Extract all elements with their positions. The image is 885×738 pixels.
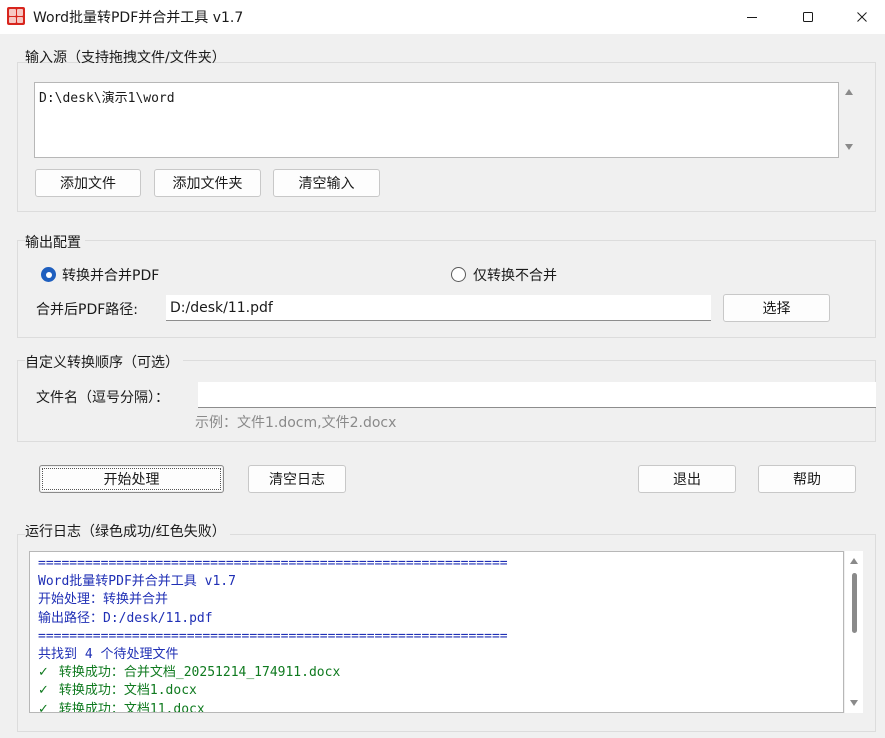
textarea-scroll-up-icon[interactable] — [845, 89, 853, 95]
log-line-text: 转换成功：合并文档_20251214_174911.docx — [58, 665, 341, 681]
log-line: 共找到 4 个待处理文件 — [38, 646, 835, 664]
help-button[interactable]: 帮助 — [758, 465, 856, 493]
clear-input-button[interactable]: 清空输入 — [273, 169, 380, 197]
log-line: ✓ 转换成功：文档1.docx — [38, 682, 835, 700]
log-label: 运行日志（绿色成功/红色失败） — [25, 521, 230, 541]
filename-order-label: 文件名（逗号分隔）： — [36, 390, 169, 406]
log-scroll-up-icon[interactable] — [850, 558, 858, 564]
close-button[interactable] — [839, 0, 885, 34]
select-path-button[interactable]: 选择 — [723, 294, 830, 322]
log-line-text: 共找到 4 个待处理文件 — [38, 646, 179, 662]
main-client: 输入源（支持拖拽文件/文件夹） D:\desk\演示1\word 添加文件 添加… — [0, 34, 885, 738]
custom-order-label: 自定义转换顺序（可选） — [25, 352, 183, 372]
pdf-path-label: 合并后PDF路径: — [36, 302, 138, 318]
exit-button[interactable]: 退出 — [638, 465, 736, 493]
check-icon: ✓ — [38, 701, 49, 713]
log-scrollbar[interactable] — [845, 551, 863, 713]
start-processing-button[interactable]: 开始处理 — [39, 465, 224, 493]
add-folder-button[interactable]: 添加文件夹 — [154, 169, 261, 197]
log-line-text: 开始处理：转换并合并 — [38, 592, 169, 608]
maximize-button[interactable] — [785, 0, 831, 34]
app-icon — [7, 7, 25, 25]
log-line: ========================================… — [38, 555, 835, 573]
clear-log-button[interactable]: 清空日志 — [248, 465, 346, 493]
title-bar: Word批量转PDF并合并工具 v1.7 — [0, 0, 885, 34]
log-line-text: 输出路径：D:/desk/11.pdf — [38, 610, 213, 626]
textarea-scroll-down-icon[interactable] — [845, 144, 853, 150]
log-output[interactable]: ========================================… — [29, 551, 844, 713]
log-line: 输出路径：D:/desk/11.pdf — [38, 610, 835, 628]
log-line: ========================================… — [38, 628, 835, 646]
log-lines: ========================================… — [38, 555, 835, 713]
log-line: ✓ 转换成功：文档11.docx — [38, 701, 835, 713]
check-icon: ✓ — [38, 683, 49, 699]
radio-merge[interactable] — [41, 267, 56, 282]
log-line: Word批量转PDF并合并工具 v1.7 — [38, 573, 835, 591]
log-line-text: ========================================… — [38, 628, 508, 644]
input-source-textarea[interactable]: D:\desk\演示1\word — [34, 82, 839, 158]
filename-order-input[interactable] — [198, 382, 876, 408]
log-scroll-thumb[interactable] — [852, 573, 857, 633]
filename-order-hint: 示例：文件1.docm,文件2.docx — [195, 415, 397, 431]
radio-no-merge-label: 仅转换不合并 — [473, 268, 557, 284]
log-line: 开始处理：转换并合并 — [38, 591, 835, 609]
input-source-label: 输入源（支持拖拽文件/文件夹） — [25, 50, 226, 66]
output-config-label: 输出配置 — [25, 232, 85, 252]
log-line: ✓ 转换成功：合并文档_20251214_174911.docx — [38, 664, 835, 682]
window-title: Word批量转PDF并合并工具 v1.7 — [33, 10, 244, 26]
radio-no-merge[interactable] — [451, 267, 466, 282]
log-line-text: 转换成功：文档1.docx — [58, 683, 197, 699]
output-config-group — [17, 240, 876, 338]
add-file-button[interactable]: 添加文件 — [35, 169, 141, 197]
pdf-path-input[interactable]: D:/desk/11.pdf — [166, 295, 711, 321]
minimize-icon — [747, 17, 757, 18]
log-scroll-down-icon[interactable] — [850, 700, 858, 706]
log-line-text: Word批量转PDF并合并工具 v1.7 — [38, 574, 236, 590]
minimize-button[interactable] — [729, 0, 775, 34]
log-line-text: ========================================… — [38, 556, 508, 571]
log-line-text: 转换成功：文档11.docx — [58, 701, 205, 713]
close-icon — [857, 12, 867, 22]
check-icon: ✓ — [38, 665, 49, 681]
maximize-icon — [803, 12, 813, 22]
radio-merge-label: 转换并合并PDF — [62, 268, 160, 284]
